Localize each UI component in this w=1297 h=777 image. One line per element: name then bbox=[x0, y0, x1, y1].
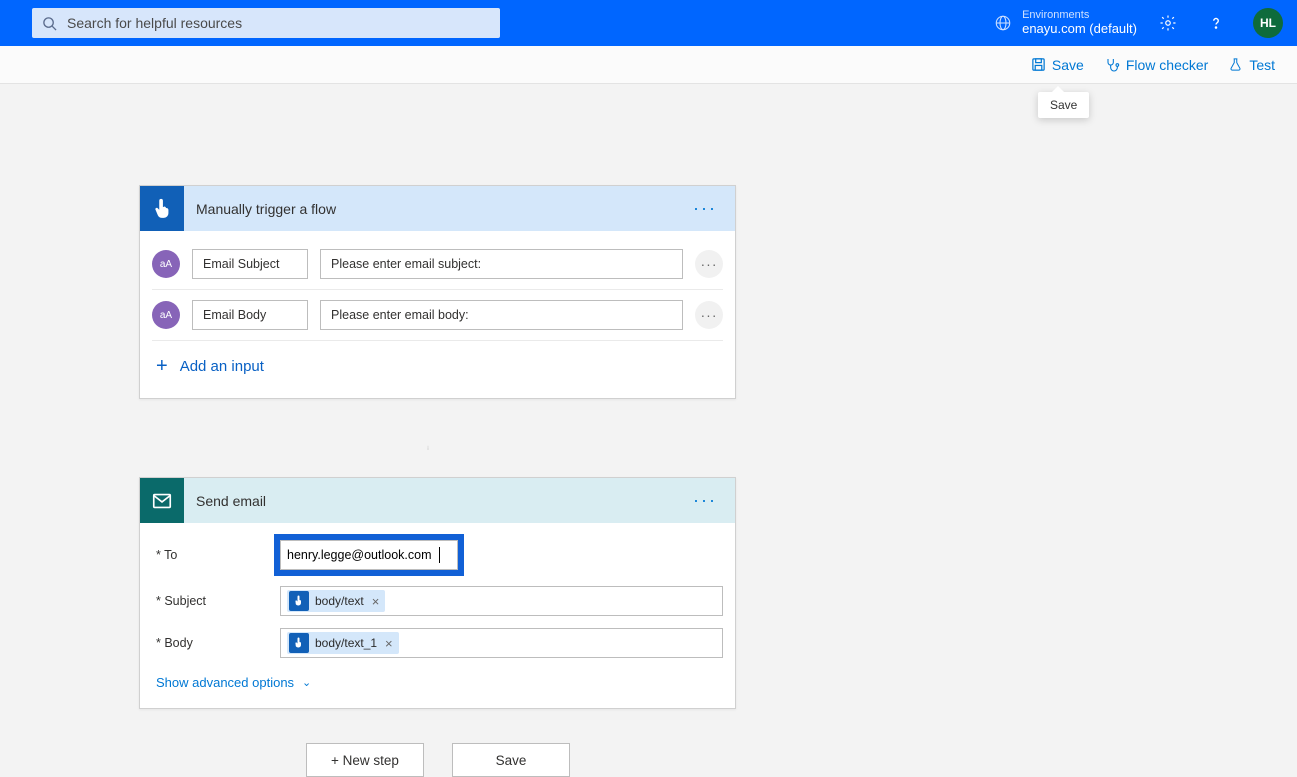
add-input-button[interactable]: + Add an input bbox=[152, 341, 723, 384]
settings-button[interactable] bbox=[1151, 6, 1185, 40]
subject-label: * Subject bbox=[152, 594, 280, 608]
trigger-title: Manually trigger a flow bbox=[196, 201, 675, 217]
token-text: body/text_1 bbox=[315, 636, 377, 650]
stethoscope-icon bbox=[1104, 57, 1120, 73]
save-flow-button[interactable]: Save bbox=[452, 743, 570, 777]
advanced-label: Show advanced options bbox=[156, 675, 294, 690]
environment-label: Environments bbox=[1022, 9, 1137, 22]
flow-checker-button[interactable]: Flow checker bbox=[1104, 57, 1208, 73]
body-label: * Body bbox=[152, 636, 280, 650]
input-prompt-field[interactable]: Please enter email subject: bbox=[320, 249, 683, 279]
subject-field-row: * Subject body/text × bbox=[152, 583, 723, 619]
dynamic-token[interactable]: body/text × bbox=[287, 590, 385, 612]
connector-arrow bbox=[427, 433, 429, 463]
token-trigger-icon bbox=[289, 633, 309, 653]
save-icon bbox=[1031, 57, 1046, 72]
add-input-label: Add an input bbox=[180, 358, 264, 375]
token-text: body/text bbox=[315, 594, 364, 608]
token-remove-button[interactable]: × bbox=[370, 594, 380, 609]
trigger-card-header[interactable]: Manually trigger a flow ··· bbox=[140, 186, 735, 231]
bottom-button-row: + New step Save bbox=[306, 743, 570, 777]
token-remove-button[interactable]: × bbox=[383, 636, 393, 651]
user-avatar[interactable]: HL bbox=[1253, 8, 1283, 38]
send-email-icon bbox=[140, 478, 184, 523]
help-button[interactable] bbox=[1199, 6, 1233, 40]
test-label: Test bbox=[1249, 57, 1275, 73]
gear-icon bbox=[1159, 14, 1177, 32]
token-trigger-icon bbox=[289, 591, 309, 611]
to-input[interactable]: henry.legge@outlook.com bbox=[280, 540, 458, 570]
top-app-bar: Search for helpful resources Environment… bbox=[0, 0, 1297, 46]
text-type-icon: aA bbox=[152, 250, 180, 278]
to-value: henry.legge@outlook.com bbox=[287, 548, 431, 562]
chevron-down-icon: ⌄ bbox=[302, 676, 311, 689]
globe-icon bbox=[994, 14, 1012, 32]
manual-trigger-icon bbox=[140, 186, 184, 231]
input-prompt-field[interactable]: Please enter email body: bbox=[320, 300, 683, 330]
action-title: Send email bbox=[196, 493, 675, 509]
environment-picker[interactable]: Environments enayu.com (default) bbox=[994, 9, 1137, 37]
search-input[interactable]: Search for helpful resources bbox=[32, 8, 500, 38]
input-name-field[interactable]: Email Subject bbox=[192, 249, 308, 279]
trigger-input-row: aA Email Body Please enter email body: ·… bbox=[152, 290, 723, 341]
action-more-button[interactable]: ··· bbox=[687, 490, 723, 511]
help-icon bbox=[1207, 14, 1225, 32]
body-field-row: * Body body/text_1 × bbox=[152, 625, 723, 661]
trigger-card: Manually trigger a flow ··· aA Email Sub… bbox=[139, 185, 736, 399]
to-field-row: * To henry.legge@outlook.com bbox=[152, 537, 723, 573]
action-card-header[interactable]: Send email ··· bbox=[140, 478, 735, 523]
editor-toolbar: Save Flow checker Test bbox=[0, 46, 1297, 84]
environment-name: enayu.com (default) bbox=[1022, 22, 1137, 37]
body-input[interactable]: body/text_1 × bbox=[280, 628, 723, 658]
test-button[interactable]: Test bbox=[1228, 57, 1275, 73]
trigger-input-row: aA Email Subject Please enter email subj… bbox=[152, 239, 723, 290]
search-icon bbox=[42, 16, 57, 31]
subject-input[interactable]: body/text × bbox=[280, 586, 723, 616]
flask-icon bbox=[1228, 57, 1243, 72]
input-row-more-button[interactable]: ··· bbox=[695, 250, 723, 278]
action-card: Send email ··· * To henry.legge@outlook.… bbox=[139, 477, 736, 709]
input-row-more-button[interactable]: ··· bbox=[695, 301, 723, 329]
save-button[interactable]: Save bbox=[1031, 57, 1084, 73]
show-advanced-options[interactable]: Show advanced options ⌄ bbox=[152, 661, 723, 694]
save-tooltip: Save bbox=[1038, 92, 1089, 118]
save-label: Save bbox=[1052, 57, 1084, 73]
text-cursor bbox=[439, 547, 440, 563]
dynamic-token[interactable]: body/text_1 × bbox=[287, 632, 399, 654]
flow-checker-label: Flow checker bbox=[1126, 57, 1208, 73]
trigger-more-button[interactable]: ··· bbox=[687, 198, 723, 219]
to-label: * To bbox=[152, 548, 280, 562]
text-type-icon: aA bbox=[152, 301, 180, 329]
new-step-button[interactable]: + New step bbox=[306, 743, 424, 777]
input-name-field[interactable]: Email Body bbox=[192, 300, 308, 330]
plus-icon: + bbox=[156, 355, 168, 378]
search-placeholder: Search for helpful resources bbox=[67, 15, 242, 31]
